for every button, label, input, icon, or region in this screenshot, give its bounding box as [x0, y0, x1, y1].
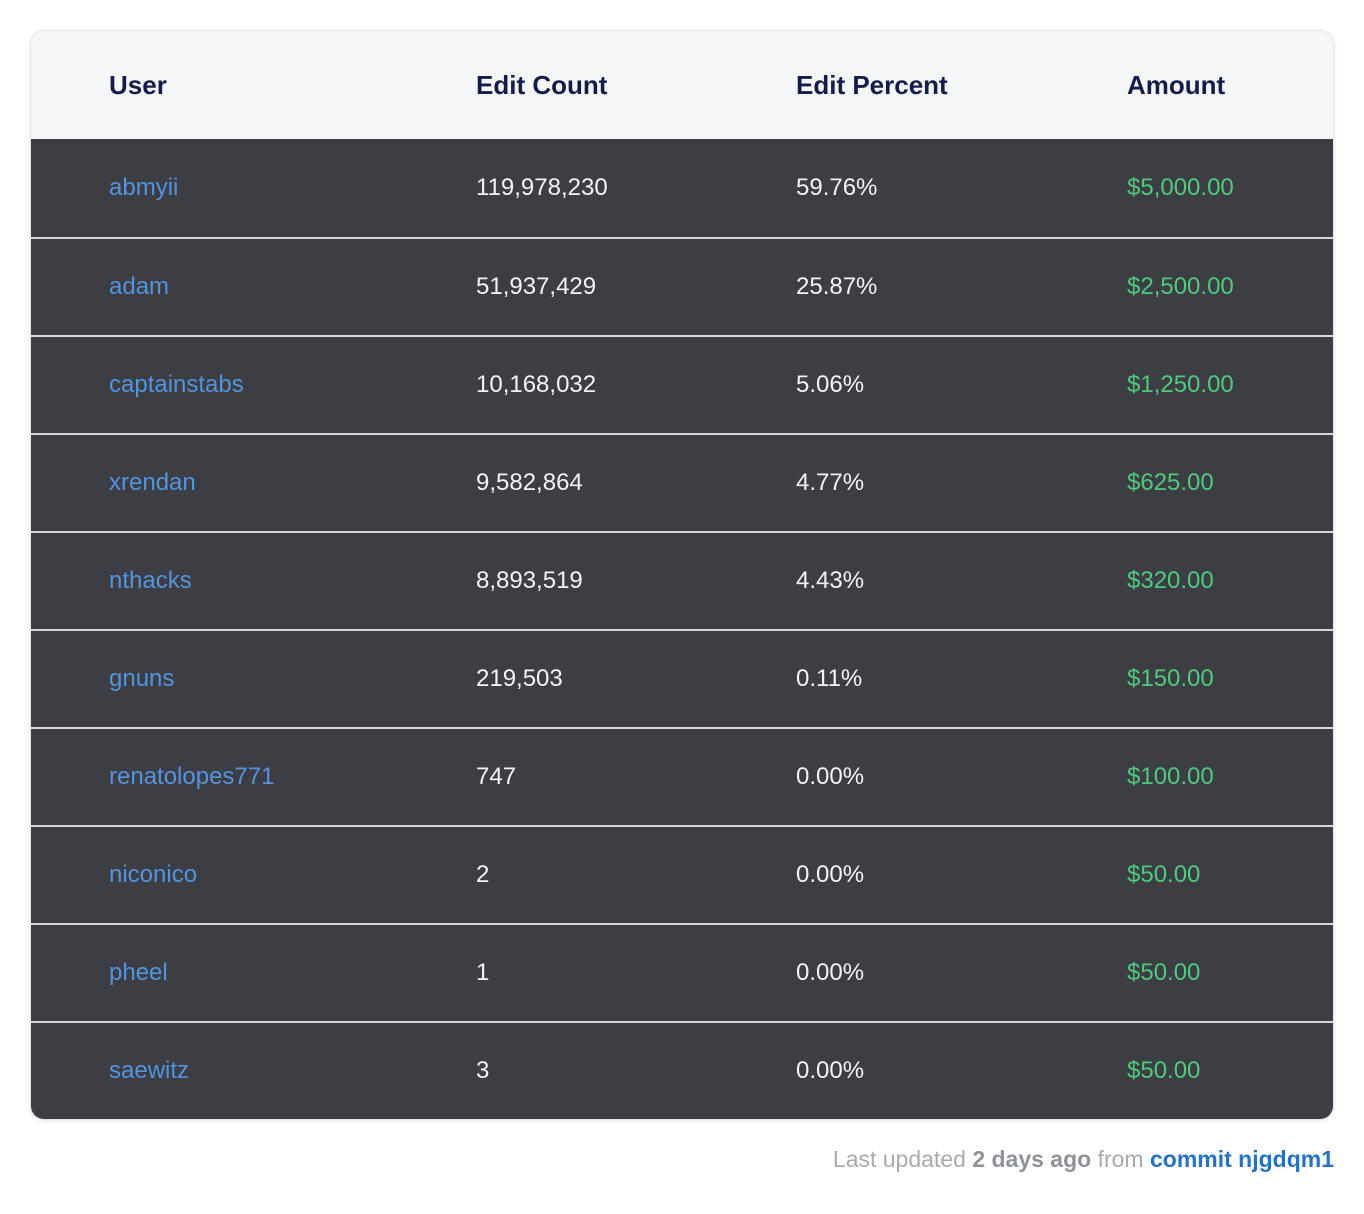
- edit-count-cell: 1: [476, 959, 796, 987]
- edit-percent-cell: 0.11%: [796, 665, 1127, 693]
- amount-cell: $50.00: [1127, 1057, 1333, 1085]
- edit-count-cell: 2: [476, 861, 796, 889]
- edit-percent-cell: 4.43%: [796, 567, 1127, 595]
- footer-status-line: Last updated 2 days ago from commit njgd…: [30, 1138, 1334, 1180]
- user-cell: niconico: [109, 861, 476, 889]
- user-link[interactable]: xrendan: [109, 469, 196, 496]
- amount-cell: $5,000.00: [1127, 174, 1333, 202]
- user-cell: nthacks: [109, 567, 476, 595]
- table-row: captainstabs 10,168,0325.06%$1,250.00: [31, 335, 1333, 433]
- table-header-row: User Edit Count Edit Percent Amount: [31, 31, 1333, 139]
- amount-cell: $50.00: [1127, 959, 1333, 987]
- edit-percent-cell: 0.00%: [796, 763, 1127, 791]
- edit-count-cell: 10,168,032: [476, 371, 796, 399]
- user-link[interactable]: gnuns: [109, 665, 174, 692]
- column-header-amount: Amount: [1127, 70, 1333, 101]
- footer-middle-text: from: [1098, 1146, 1144, 1172]
- user-cell: xrendan: [109, 469, 476, 497]
- user-link[interactable]: saewitz: [109, 1057, 189, 1084]
- user-link[interactable]: pheel: [109, 959, 168, 986]
- table-row: nthacks 8,893,5194.43%$320.00: [31, 531, 1333, 629]
- edit-percent-cell: 4.77%: [796, 469, 1127, 497]
- column-header-edit-count: Edit Count: [476, 70, 796, 101]
- edit-count-cell: 119,978,230: [476, 174, 796, 202]
- user-cell: renatolopes771: [109, 763, 476, 791]
- table-row: abmyii 119,978,23059.76%$5,000.00: [31, 139, 1333, 237]
- table-row: saewitz 30.00%$50.00: [31, 1021, 1333, 1119]
- user-link[interactable]: renatolopes771: [109, 763, 274, 790]
- edit-percent-cell: 0.00%: [796, 861, 1127, 889]
- edit-percent-cell: 25.87%: [796, 273, 1127, 301]
- amount-cell: $320.00: [1127, 567, 1333, 595]
- user-link[interactable]: captainstabs: [109, 371, 244, 398]
- amount-cell: $150.00: [1127, 665, 1333, 693]
- table-body: abmyii 119,978,23059.76%$5,000.00 adam 51,9…: [31, 139, 1333, 1119]
- user-cell: gnuns: [109, 665, 476, 693]
- table-row: adam 51,937,42925.87%$2,500.00: [31, 237, 1333, 335]
- edit-count-cell: 9,582,864: [476, 469, 796, 497]
- table-row: pheel 10.00%$50.00: [31, 923, 1333, 1021]
- user-link[interactable]: adam: [109, 273, 169, 300]
- user-cell: captainstabs: [109, 371, 476, 399]
- column-header-edit-percent: Edit Percent: [796, 70, 1127, 101]
- edit-percent-cell: 0.00%: [796, 959, 1127, 987]
- user-link[interactable]: nthacks: [109, 567, 192, 594]
- payout-table-card: User Edit Count Edit Percent Amount abmy…: [30, 30, 1334, 1120]
- user-cell: pheel: [109, 959, 476, 987]
- amount-cell: $1,250.00: [1127, 371, 1333, 399]
- edit-percent-cell: 0.00%: [796, 1057, 1127, 1085]
- commit-link[interactable]: commit njgdqm1: [1150, 1146, 1334, 1172]
- edit-count-cell: 8,893,519: [476, 567, 796, 595]
- edit-count-cell: 3: [476, 1057, 796, 1085]
- table-row: niconico 20.00%$50.00: [31, 825, 1333, 923]
- user-link[interactable]: niconico: [109, 861, 197, 888]
- footer-prefix-text: Last updated: [833, 1146, 966, 1172]
- table-row: renatolopes771 7470.00%$100.00: [31, 727, 1333, 825]
- amount-cell: $2,500.00: [1127, 273, 1333, 301]
- table-row: gnuns 219,5030.11%$150.00: [31, 629, 1333, 727]
- edit-percent-cell: 59.76%: [796, 174, 1127, 202]
- user-cell: adam: [109, 273, 476, 301]
- amount-cell: $625.00: [1127, 469, 1333, 497]
- column-header-user: User: [109, 70, 476, 101]
- edit-count-cell: 51,937,429: [476, 273, 796, 301]
- edit-count-cell: 747: [476, 763, 796, 791]
- edit-count-cell: 219,503: [476, 665, 796, 693]
- user-cell: saewitz: [109, 1057, 476, 1085]
- amount-cell: $100.00: [1127, 763, 1333, 791]
- user-cell: abmyii: [109, 174, 476, 202]
- user-link[interactable]: abmyii: [109, 174, 178, 201]
- table-row: xrendan 9,582,8644.77%$625.00: [31, 433, 1333, 531]
- amount-cell: $50.00: [1127, 861, 1333, 889]
- footer-updated-time: 2 days ago: [972, 1146, 1091, 1172]
- edit-percent-cell: 5.06%: [796, 371, 1127, 399]
